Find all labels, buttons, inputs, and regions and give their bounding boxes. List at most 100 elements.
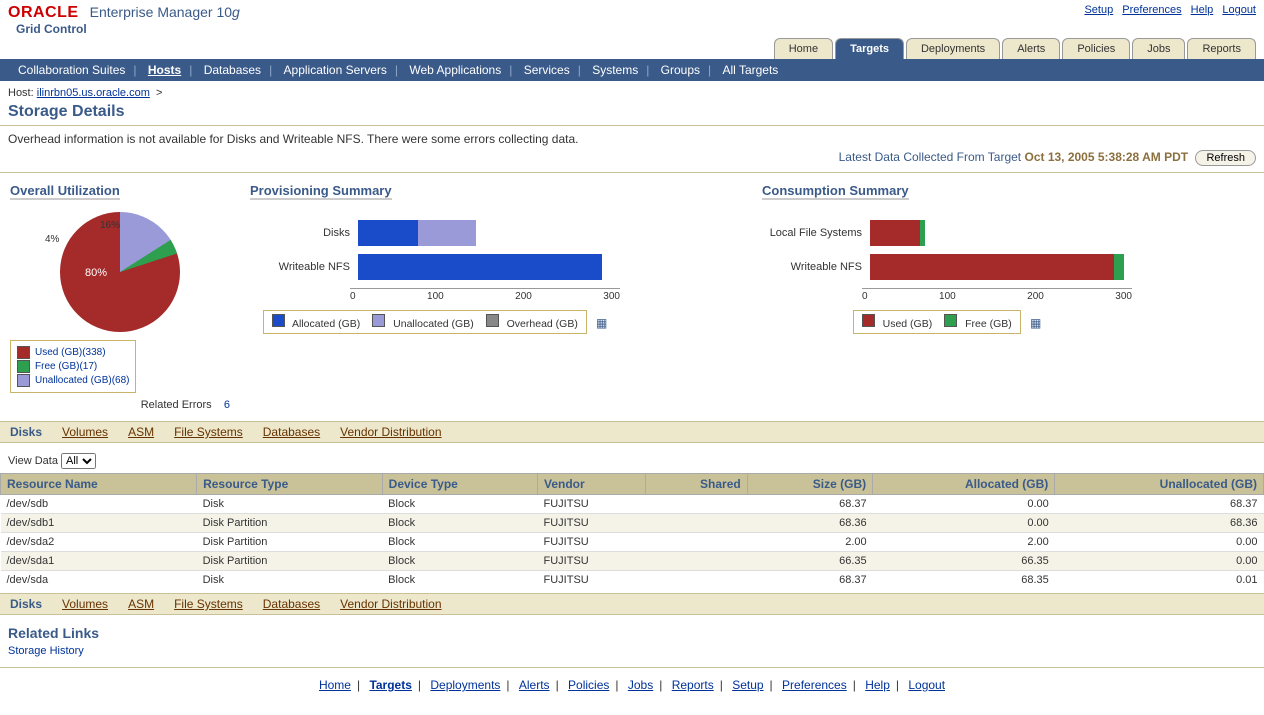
top-links: Setup Preferences Help Logout bbox=[1078, 4, 1256, 16]
table-row: /dev/sda2Disk PartitionBlockFUJITSU2.002… bbox=[1, 533, 1264, 552]
footer-home[interactable]: Home bbox=[319, 678, 351, 692]
tab-disks[interactable]: Disks bbox=[10, 425, 42, 439]
col-dtype[interactable]: Device Type bbox=[382, 474, 537, 495]
export-chart-icon[interactable]: ▦ bbox=[596, 316, 607, 330]
related-errors-count[interactable]: 6 bbox=[224, 399, 230, 411]
col-alloc[interactable]: Allocated (GB) bbox=[873, 474, 1055, 495]
col-unalloc[interactable]: Unallocated (GB) bbox=[1055, 474, 1264, 495]
tab-deployments[interactable]: Deployments bbox=[906, 38, 1000, 59]
cell-size: 68.36 bbox=[747, 514, 872, 533]
subnav-webapp[interactable]: Web Applications bbox=[401, 63, 509, 77]
subnav-alltargets[interactable]: All Targets bbox=[715, 63, 787, 77]
cell-vendor: FUJITSU bbox=[538, 514, 646, 533]
detail-tabs-bottom: Disks Volumes ASM File Systems Databases… bbox=[0, 593, 1264, 615]
related-errors: Related Errors 6 bbox=[141, 399, 230, 411]
footer-reports[interactable]: Reports bbox=[672, 678, 714, 692]
footer-targets[interactable]: Targets bbox=[369, 678, 411, 692]
tab-vendor-b[interactable]: Vendor Distribution bbox=[340, 597, 441, 611]
cell-resource: /dev/sdb bbox=[1, 495, 197, 514]
tab-filesystems[interactable]: File Systems bbox=[174, 425, 243, 439]
subnav-appservers[interactable]: Application Servers bbox=[276, 63, 395, 77]
prov-disks-label: Disks bbox=[250, 227, 358, 239]
legend-free[interactable]: Free (GB)(17) bbox=[35, 361, 97, 372]
tab-databases-b[interactable]: Databases bbox=[263, 597, 320, 611]
cell-unalloc: 0.00 bbox=[1055, 533, 1264, 552]
footer-help[interactable]: Help bbox=[865, 678, 890, 692]
export-chart-icon[interactable]: ▦ bbox=[1030, 316, 1041, 330]
legend-unalloc[interactable]: Unallocated (GB)(68) bbox=[35, 375, 129, 386]
preferences-link[interactable]: Preferences bbox=[1122, 4, 1181, 16]
tab-asm[interactable]: ASM bbox=[128, 425, 154, 439]
tab-disks-b[interactable]: Disks bbox=[10, 597, 42, 611]
latest-timestamp: Oct 13, 2005 5:38:28 AM PDT bbox=[1024, 150, 1188, 164]
table-row: /dev/sdbDiskBlockFUJITSU68.370.0068.37 bbox=[1, 495, 1264, 514]
pie-label-4: 4% bbox=[45, 234, 59, 245]
info-message: Overhead information is not available fo… bbox=[0, 128, 1264, 150]
col-shared[interactable]: Shared bbox=[646, 474, 748, 495]
cell-rtype: Disk Partition bbox=[197, 514, 383, 533]
footer-policies[interactable]: Policies bbox=[568, 678, 609, 692]
col-resource[interactable]: Resource Name bbox=[1, 474, 197, 495]
footer-jobs[interactable]: Jobs bbox=[628, 678, 653, 692]
col-rtype[interactable]: Resource Type bbox=[197, 474, 383, 495]
subnav-systems[interactable]: Systems bbox=[584, 63, 646, 77]
tab-filesystems-b[interactable]: File Systems bbox=[174, 597, 243, 611]
pie-label-80: 80% bbox=[85, 267, 107, 279]
breadcrumb-host-link[interactable]: ilinrbn05.us.oracle.com bbox=[37, 87, 150, 99]
cell-vendor: FUJITSU bbox=[538, 552, 646, 571]
tab-volumes-b[interactable]: Volumes bbox=[62, 597, 108, 611]
view-data-select[interactable]: All bbox=[61, 453, 96, 469]
tab-volumes[interactable]: Volumes bbox=[62, 425, 108, 439]
cell-vendor: FUJITSU bbox=[538, 495, 646, 514]
tab-jobs[interactable]: Jobs bbox=[1132, 38, 1185, 59]
logout-link[interactable]: Logout bbox=[1222, 4, 1256, 16]
subnav: Collaboration Suites| Hosts| Databases| … bbox=[0, 59, 1264, 81]
col-vendor[interactable]: Vendor bbox=[538, 474, 646, 495]
footer-alerts[interactable]: Alerts bbox=[519, 678, 550, 692]
consumption-title: Consumption Summary bbox=[762, 183, 909, 200]
setup-link[interactable]: Setup bbox=[1084, 4, 1113, 16]
cell-size: 66.35 bbox=[747, 552, 872, 571]
tab-alerts[interactable]: Alerts bbox=[1002, 38, 1060, 59]
storage-history-link[interactable]: Storage History bbox=[8, 645, 84, 657]
subnav-groups[interactable]: Groups bbox=[653, 63, 708, 77]
footer-preferences[interactable]: Preferences bbox=[782, 678, 847, 692]
cell-dtype: Block bbox=[382, 571, 537, 590]
cell-resource: /dev/sda1 bbox=[1, 552, 197, 571]
cell-shared bbox=[646, 533, 748, 552]
subnav-hosts[interactable]: Hosts bbox=[140, 63, 189, 77]
footer-deployments[interactable]: Deployments bbox=[430, 678, 500, 692]
cell-vendor: FUJITSU bbox=[538, 571, 646, 590]
cell-alloc: 66.35 bbox=[873, 552, 1055, 571]
tab-policies[interactable]: Policies bbox=[1062, 38, 1130, 59]
cell-unalloc: 68.37 bbox=[1055, 495, 1264, 514]
col-size[interactable]: Size (GB) bbox=[747, 474, 872, 495]
view-data-label: View Data bbox=[8, 455, 58, 467]
cell-size: 2.00 bbox=[747, 533, 872, 552]
refresh-button[interactable]: Refresh bbox=[1195, 150, 1256, 166]
overall-legend: Used (GB)(338) Free (GB)(17) Unallocated… bbox=[10, 340, 136, 393]
tab-targets[interactable]: Targets bbox=[835, 38, 904, 59]
tab-reports[interactable]: Reports bbox=[1187, 38, 1256, 59]
tab-databases[interactable]: Databases bbox=[263, 425, 320, 439]
cell-dtype: Block bbox=[382, 495, 537, 514]
cell-rtype: Disk Partition bbox=[197, 552, 383, 571]
provisioning-chart: Disks Writeable NFS 0100200300 Allocated… bbox=[250, 220, 620, 334]
view-data: View Data All bbox=[0, 443, 1264, 473]
subnav-databases[interactable]: Databases bbox=[196, 63, 269, 77]
footer-setup[interactable]: Setup bbox=[732, 678, 763, 692]
subnav-collab[interactable]: Collaboration Suites bbox=[10, 63, 133, 77]
subnav-services[interactable]: Services bbox=[516, 63, 578, 77]
overall-title: Overall Utilization bbox=[10, 183, 120, 200]
legend-used[interactable]: Used (GB)(338) bbox=[35, 347, 106, 358]
pie-label-16: 16% bbox=[100, 220, 120, 231]
tab-vendor[interactable]: Vendor Distribution bbox=[340, 425, 441, 439]
table-row: /dev/sda1Disk PartitionBlockFUJITSU66.35… bbox=[1, 552, 1264, 571]
tab-home[interactable]: Home bbox=[774, 38, 833, 59]
help-link[interactable]: Help bbox=[1191, 4, 1214, 16]
prov-nfs-label: Writeable NFS bbox=[250, 261, 358, 273]
tab-asm-b[interactable]: ASM bbox=[128, 597, 154, 611]
cell-shared bbox=[646, 514, 748, 533]
footer-logout[interactable]: Logout bbox=[908, 678, 945, 692]
cell-size: 68.37 bbox=[747, 495, 872, 514]
